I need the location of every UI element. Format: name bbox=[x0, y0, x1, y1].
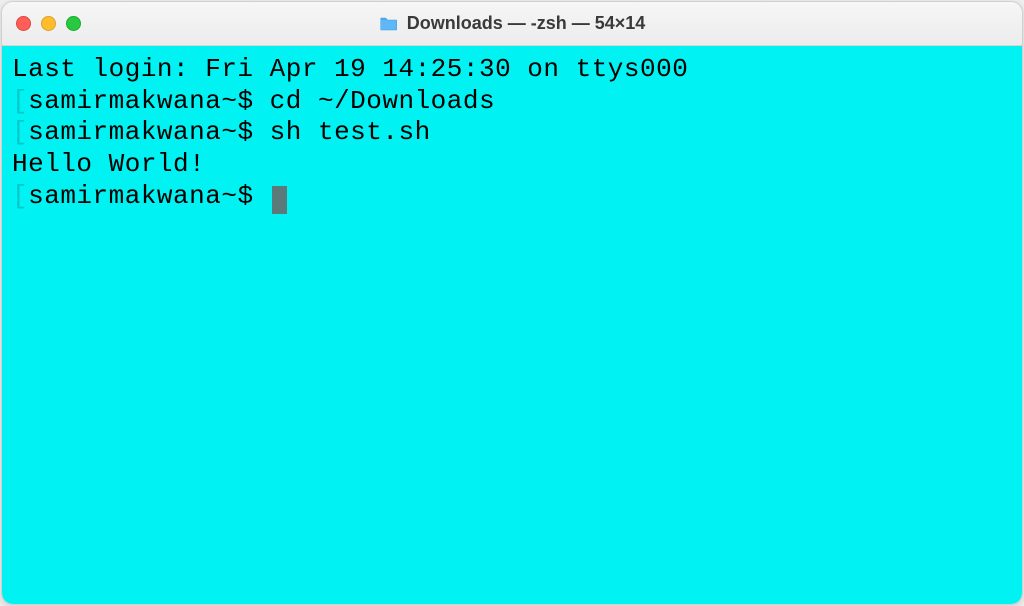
title-bar: Downloads — -zsh — 54×14 bbox=[2, 2, 1022, 46]
title-content: Downloads — -zsh — 54×14 bbox=[379, 13, 646, 34]
prompt-text: samirmakwana~$ bbox=[28, 86, 270, 116]
terminal-body[interactable]: Last login: Fri Apr 19 14:25:30 on ttys0… bbox=[2, 46, 1022, 604]
prompt-bracket: [ bbox=[12, 181, 28, 211]
traffic-lights bbox=[16, 16, 81, 31]
output-line: Hello World! bbox=[12, 149, 1012, 181]
minimize-button[interactable] bbox=[41, 16, 56, 31]
prompt-text: samirmakwana~$ bbox=[28, 117, 270, 147]
command-text: cd ~/Downloads bbox=[270, 86, 495, 116]
window-title: Downloads — -zsh — 54×14 bbox=[407, 13, 646, 34]
prompt-bracket: [ bbox=[12, 86, 28, 116]
prompt-bracket: [ bbox=[12, 117, 28, 147]
close-button[interactable] bbox=[16, 16, 31, 31]
last-login-line: Last login: Fri Apr 19 14:25:30 on ttys0… bbox=[12, 54, 1012, 86]
prompt-text: samirmakwana~$ bbox=[28, 181, 270, 211]
maximize-button[interactable] bbox=[66, 16, 81, 31]
last-login-text: Last login: Fri Apr 19 14:25:30 on ttys0… bbox=[12, 54, 688, 84]
cursor bbox=[272, 186, 287, 214]
terminal-window: Downloads — -zsh — 54×14 Last login: Fri… bbox=[1, 1, 1023, 605]
output-text: Hello World! bbox=[12, 149, 205, 179]
folder-icon bbox=[379, 16, 399, 32]
command-line-2: [samirmakwana~$ sh test.sh bbox=[12, 117, 1012, 149]
command-text: sh test.sh bbox=[270, 117, 431, 147]
command-line-1: [samirmakwana~$ cd ~/Downloads bbox=[12, 86, 1012, 118]
current-prompt-line: [samirmakwana~$ bbox=[12, 181, 1012, 213]
